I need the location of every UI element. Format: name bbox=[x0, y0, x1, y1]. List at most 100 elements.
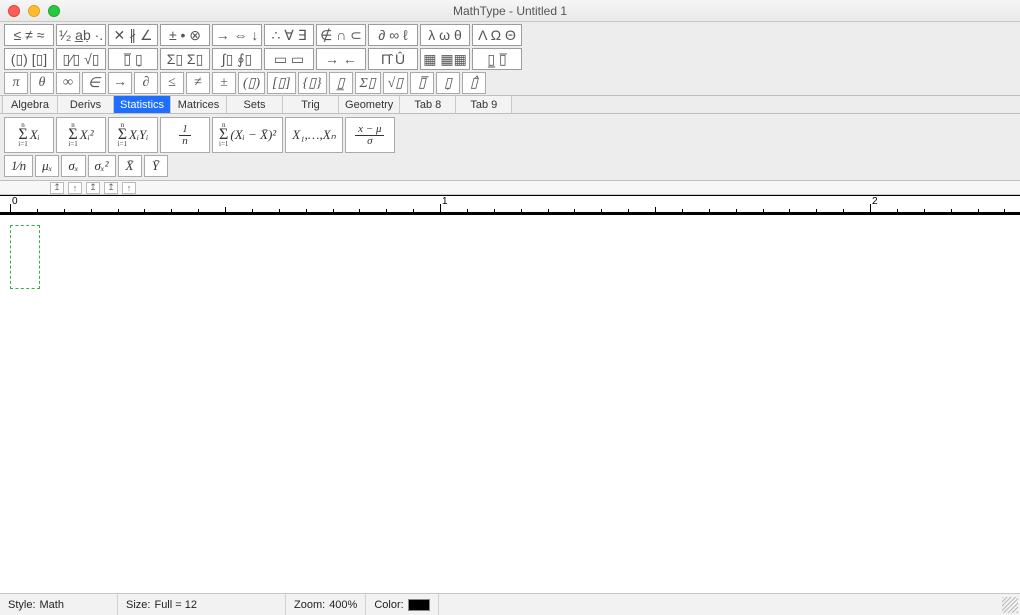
palette-cell[interactable]: ▭ ▭ bbox=[264, 48, 314, 70]
status-style-label: Style: bbox=[8, 599, 36, 611]
palette-cell[interactable]: ✕ ∦ ∠ bbox=[108, 24, 158, 46]
status-style-value: Math bbox=[40, 599, 64, 611]
palette-mini-cell[interactable]: ∞ bbox=[56, 72, 80, 94]
status-style[interactable]: Style: Math bbox=[0, 594, 118, 615]
palette-row-2: (▯) [▯]▯⁄▯ √▯▯̅ ▯̣Σ▯ Σ▯∫▯ ∮▯▭ ▭→ ←Π̂ Û▦ … bbox=[4, 48, 1016, 70]
palette-cell[interactable]: (▯) [▯] bbox=[4, 48, 54, 70]
palette-cell[interactable]: ▦ ▦▦ bbox=[420, 48, 470, 70]
formula-bar: nΣi=1XᵢnΣi=1Xᵢ²nΣi=1XᵢYᵢ1nnΣi=1(Xᵢ − X̄)… bbox=[0, 114, 1020, 181]
zoom-icon[interactable] bbox=[48, 5, 60, 17]
formula-sum-xi-xbar-sq[interactable]: nΣi=1(Xᵢ − X̄)² bbox=[212, 117, 283, 153]
status-zoom[interactable]: Zoom: 400% bbox=[286, 594, 366, 615]
indent-controls: ↥ ↑ ↥ ↥ ↑ bbox=[0, 181, 1020, 195]
formula-row-1: nΣi=1XᵢnΣi=1Xᵢ²nΣi=1XᵢYᵢ1nnΣi=1(Xᵢ − X̄)… bbox=[4, 117, 1016, 153]
palette-cell[interactable]: ≤ ≠ ≈ bbox=[4, 24, 54, 46]
indent-button[interactable]: ↑ bbox=[68, 182, 82, 194]
tab-matrices[interactable]: Matrices bbox=[171, 96, 227, 113]
title-bar: MathType - Untitled 1 bbox=[0, 0, 1020, 22]
indent-button[interactable]: ↑ bbox=[122, 182, 136, 194]
formula-one-over-n[interactable]: 1n bbox=[160, 117, 210, 153]
palette-cell[interactable]: ▯⁄▯ √▯ bbox=[56, 48, 106, 70]
formula-tabs: AlgebraDerivsStatisticsMatricesSetsTrigG… bbox=[0, 96, 1020, 114]
palette-mini-cell[interactable]: ∈ bbox=[82, 72, 106, 94]
palette-cell[interactable]: Σ▯ Σ▯ bbox=[160, 48, 210, 70]
formula-x1-xn[interactable]: X₁,…,Xₙ bbox=[285, 117, 343, 153]
indent-button[interactable]: ↥ bbox=[86, 182, 100, 194]
formula-sum-xi[interactable]: nΣi=1Xᵢ bbox=[4, 117, 54, 153]
palette-cell[interactable]: ∉ ∩ ⊂ bbox=[316, 24, 366, 46]
formula-ybar[interactable]: Ȳ bbox=[144, 155, 168, 177]
palette-row-3: πθ∞∈→∂≤≠±(▯)[▯]{▯}▯̲Σ▯√▯▯̅▯̣▯̂ bbox=[4, 72, 1016, 94]
minimize-icon[interactable] bbox=[28, 5, 40, 17]
palette-mini-cell[interactable]: ▯̲ bbox=[329, 72, 353, 94]
tab-trig[interactable]: Trig bbox=[283, 96, 339, 113]
palette-mini-cell[interactable]: {▯} bbox=[298, 72, 327, 94]
palette-mini-cell[interactable]: π bbox=[4, 72, 28, 94]
equation-canvas[interactable] bbox=[0, 215, 1020, 593]
formula-sigma-x[interactable]: σₓ bbox=[61, 155, 85, 177]
formula-sum-xiyi[interactable]: nΣi=1XᵢYᵢ bbox=[108, 117, 158, 153]
status-color-label: Color: bbox=[374, 599, 403, 611]
palette-cell[interactable]: ± • ⊗ bbox=[160, 24, 210, 46]
formula-sum-xi2[interactable]: nΣi=1Xᵢ² bbox=[56, 117, 106, 153]
palette-mini-cell[interactable]: ▯̂ bbox=[462, 72, 486, 94]
palette-mini-cell[interactable]: ≤ bbox=[160, 72, 184, 94]
palette-row-1: ≤ ≠ ≈¹⁄₂ a̲ḅ ·.✕ ∦ ∠± • ⊗→ ⇔ ↓∴ ∀ ∃∉ ∩ ⊂… bbox=[4, 24, 1016, 46]
palette-mini-cell[interactable]: ± bbox=[212, 72, 236, 94]
formula-x-mu-sigma[interactable]: x − μσ bbox=[345, 117, 395, 153]
status-color[interactable]: Color: bbox=[366, 594, 438, 615]
palette-mini-cell[interactable]: Σ▯ bbox=[355, 72, 381, 94]
status-bar: Style: Math Size: Full = 12 Zoom: 400% C… bbox=[0, 593, 1020, 615]
palette-mini-cell[interactable]: ▯̣ bbox=[436, 72, 460, 94]
palette-mini-cell[interactable]: √▯ bbox=[383, 72, 408, 94]
status-zoom-label: Zoom: bbox=[294, 599, 325, 611]
color-swatch[interactable] bbox=[408, 599, 430, 611]
palette-cell[interactable]: ∫▯ ∮▯ bbox=[212, 48, 262, 70]
symbol-palette: ≤ ≠ ≈¹⁄₂ a̲ḅ ·.✕ ∦ ∠± • ⊗→ ⇔ ↓∴ ∀ ∃∉ ∩ ⊂… bbox=[0, 22, 1020, 96]
palette-mini-cell[interactable]: [▯] bbox=[267, 72, 296, 94]
palette-mini-cell[interactable]: → bbox=[108, 72, 132, 94]
indent-button[interactable]: ↥ bbox=[104, 182, 118, 194]
palette-cell[interactable]: ∂ ∞ ℓ bbox=[368, 24, 418, 46]
tab-sets[interactable]: Sets bbox=[227, 96, 283, 113]
palette-mini-cell[interactable]: θ bbox=[30, 72, 54, 94]
resize-grip-icon[interactable] bbox=[1002, 597, 1018, 613]
tab-derivs[interactable]: Derivs bbox=[58, 96, 114, 113]
palette-mini-cell[interactable]: ≠ bbox=[186, 72, 210, 94]
formula-row-2: 1⁄nμₓσₓσₓ²X̄Ȳ bbox=[4, 155, 1016, 177]
ruler[interactable]: 0 1 2 bbox=[0, 195, 1020, 213]
ruler-number: 0 bbox=[12, 196, 18, 207]
palette-mini-cell[interactable]: ▯̅ bbox=[410, 72, 434, 94]
tab-tab-8[interactable]: Tab 8 bbox=[400, 96, 456, 113]
palette-mini-cell[interactable]: (▯) bbox=[238, 72, 265, 94]
palette-mini-cell[interactable]: ∂ bbox=[134, 72, 158, 94]
formula-one-over-n-small[interactable]: 1⁄n bbox=[4, 155, 33, 177]
ruler-number: 2 bbox=[872, 196, 878, 207]
palette-cell[interactable]: Π̂ Û bbox=[368, 48, 418, 70]
palette-cell[interactable]: Λ Ω Θ bbox=[472, 24, 522, 46]
palette-cell[interactable]: → ← bbox=[316, 48, 366, 70]
window-controls bbox=[8, 5, 60, 17]
ruler-number: 1 bbox=[442, 196, 448, 207]
status-size-label: Size: bbox=[126, 599, 150, 611]
tab-tab-9[interactable]: Tab 9 bbox=[456, 96, 512, 113]
status-zoom-value: 400% bbox=[329, 599, 357, 611]
status-size[interactable]: Size: Full = 12 bbox=[118, 594, 286, 615]
palette-cell[interactable]: → ⇔ ↓ bbox=[212, 24, 262, 46]
palette-cell[interactable]: ▯̲ ▯̅ bbox=[472, 48, 522, 70]
insertion-cursor bbox=[10, 225, 40, 289]
tab-algebra[interactable]: Algebra bbox=[2, 96, 58, 113]
close-icon[interactable] bbox=[8, 5, 20, 17]
formula-sigma2-x[interactable]: σₓ² bbox=[88, 155, 116, 177]
palette-cell[interactable]: ▯̅ ▯̣ bbox=[108, 48, 158, 70]
indent-button[interactable]: ↥ bbox=[50, 182, 64, 194]
palette-cell[interactable]: λ ω θ bbox=[420, 24, 470, 46]
palette-cell[interactable]: ¹⁄₂ a̲ḅ ·. bbox=[56, 24, 106, 46]
formula-mu-x[interactable]: μₓ bbox=[35, 155, 59, 177]
tab-geometry[interactable]: Geometry bbox=[339, 96, 400, 113]
tab-statistics[interactable]: Statistics bbox=[114, 96, 171, 113]
formula-xbar[interactable]: X̄ bbox=[118, 155, 142, 177]
window-title: MathType - Untitled 1 bbox=[0, 4, 1020, 18]
palette-cell[interactable]: ∴ ∀ ∃ bbox=[264, 24, 314, 46]
status-size-value: Full = 12 bbox=[154, 599, 197, 611]
